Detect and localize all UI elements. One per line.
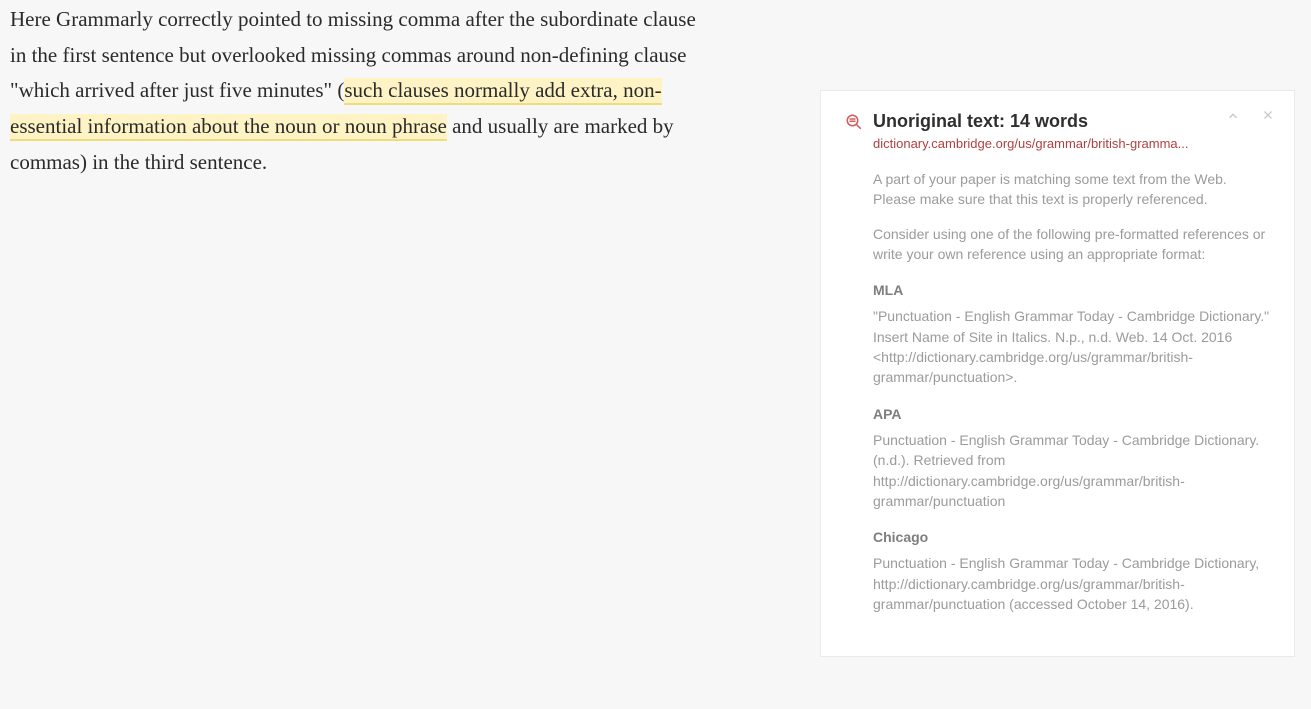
panel-controls [1226,109,1274,125]
panel-title: Unoriginal text: 14 words [873,111,1270,132]
document-area: Here Grammarly correctly pointed to miss… [10,2,710,180]
ref-text-apa: Punctuation - English Grammar Today - Ca… [873,430,1270,511]
close-button[interactable] [1262,109,1274,125]
ref-label-mla: MLA [873,280,1270,300]
panel-intro-2: Consider using one of the following pre-… [873,224,1270,265]
plagiarism-icon [845,113,863,136]
ref-label-apa: APA [873,404,1270,424]
plagiarism-panel: Unoriginal text: 14 words dictionary.cam… [820,90,1295,657]
collapse-button[interactable] [1226,109,1240,125]
chevron-up-icon [1226,109,1240,123]
panel-source-link[interactable]: dictionary.cambridge.org/us/grammar/brit… [873,136,1270,151]
close-icon [1262,109,1274,121]
panel-body: A part of your paper is matching some te… [873,169,1270,614]
panel-header: Unoriginal text: 14 words dictionary.cam… [845,111,1270,151]
document-paragraph: Here Grammarly correctly pointed to miss… [10,2,710,180]
ref-text-mla: "Punctuation - English Grammar Today - C… [873,306,1270,387]
panel-intro-1: A part of your paper is matching some te… [873,169,1270,210]
ref-text-chicago: Punctuation - English Grammar Today - Ca… [873,553,1270,614]
panel-title-block: Unoriginal text: 14 words dictionary.cam… [873,111,1270,151]
ref-label-chicago: Chicago [873,527,1270,547]
